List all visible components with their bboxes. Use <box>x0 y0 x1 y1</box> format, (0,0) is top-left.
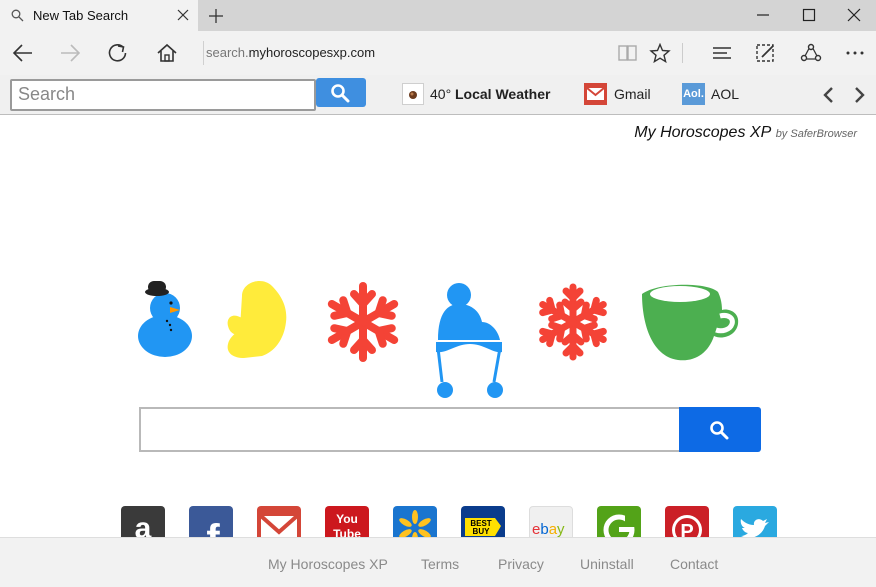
snowflake-icon <box>530 283 616 362</box>
toolbar-search-box <box>10 79 316 111</box>
url-prefix: search. <box>206 45 249 60</box>
scroll-left-icon[interactable] <box>821 86 837 104</box>
gmail-icon <box>584 83 607 105</box>
aol-label: AOL <box>711 86 740 102</box>
web-note-icon[interactable] <box>755 43 777 63</box>
footer-link-uninstall[interactable]: Uninstall <box>580 556 634 572</box>
footer-link-my-horoscopes-xp[interactable]: My Horoscopes XP <box>268 556 388 572</box>
tab-new-tab-search[interactable]: New Tab Search <box>0 0 198 31</box>
address-bar-row: search.myhoroscopesxp.com <box>0 31 876 76</box>
toolbar-search-button[interactable] <box>316 78 366 107</box>
extension-toolbar: 40° Local Weather Gmail Aol. AOL <box>0 75 876 115</box>
tab-strip: New Tab Search <box>0 0 876 31</box>
hub-menu-icon[interactable] <box>711 43 733 63</box>
close-window-icon[interactable] <box>847 8 861 22</box>
forward-icon[interactable] <box>59 43 81 63</box>
weather-icon <box>402 83 424 105</box>
brand-logo: My Horoscopes XP by SaferBrowser <box>634 124 857 142</box>
svg-text:You: You <box>336 512 358 526</box>
toolbar-search-input[interactable] <box>12 81 314 107</box>
weather-temperature: 40° <box>430 86 452 102</box>
footer: My Horoscopes XP Terms Privacy Uninstall… <box>0 537 876 587</box>
search-icon <box>331 84 350 103</box>
maximize-icon[interactable] <box>802 8 816 22</box>
refresh-icon[interactable] <box>107 43 129 63</box>
aol-logo-text: Aol. <box>683 88 704 100</box>
back-icon[interactable] <box>12 43 34 63</box>
close-tab-icon[interactable] <box>176 8 190 22</box>
share-icon[interactable] <box>800 43 822 63</box>
snowflake-icon <box>318 282 408 362</box>
brand-by: by SaferBrowser <box>775 128 857 140</box>
search-icon <box>11 9 24 22</box>
footer-link-privacy[interactable]: Privacy <box>498 556 544 572</box>
svg-text:ebay: ebay <box>532 521 565 538</box>
more-icon[interactable] <box>844 43 866 63</box>
search-icon <box>710 421 729 440</box>
divider <box>203 41 204 65</box>
aol-icon: Aol. <box>682 83 705 105</box>
tab-title: New Tab Search <box>33 8 129 23</box>
weather-label: Local Weather <box>455 86 551 102</box>
mitten-icon <box>227 281 287 358</box>
reading-view-icon[interactable] <box>617 43 639 63</box>
new-tab-icon[interactable] <box>207 7 225 25</box>
brand-name: My Horoscopes XP <box>634 124 772 141</box>
snowman-icon <box>138 281 192 357</box>
main-search-button[interactable] <box>679 407 761 452</box>
main-search-box <box>139 407 681 452</box>
footer-link-contact[interactable]: Contact <box>670 556 718 572</box>
footer-link-terms[interactable]: Terms <box>421 556 459 572</box>
address-field[interactable]: search.myhoroscopesxp.com <box>206 45 375 60</box>
scroll-right-icon[interactable] <box>851 86 867 104</box>
url-domain: myhoroscopesxp.com <box>248 45 376 60</box>
gmail-label: Gmail <box>614 86 651 102</box>
divider <box>682 43 683 63</box>
minimize-icon[interactable] <box>756 8 770 22</box>
main-search-input[interactable] <box>141 409 681 450</box>
winter-hat-icon <box>436 283 503 398</box>
home-icon[interactable] <box>156 43 178 63</box>
svg-text:BUY: BUY <box>473 527 491 536</box>
favorite-star-icon[interactable] <box>649 43 671 63</box>
mug-icon <box>642 284 739 361</box>
